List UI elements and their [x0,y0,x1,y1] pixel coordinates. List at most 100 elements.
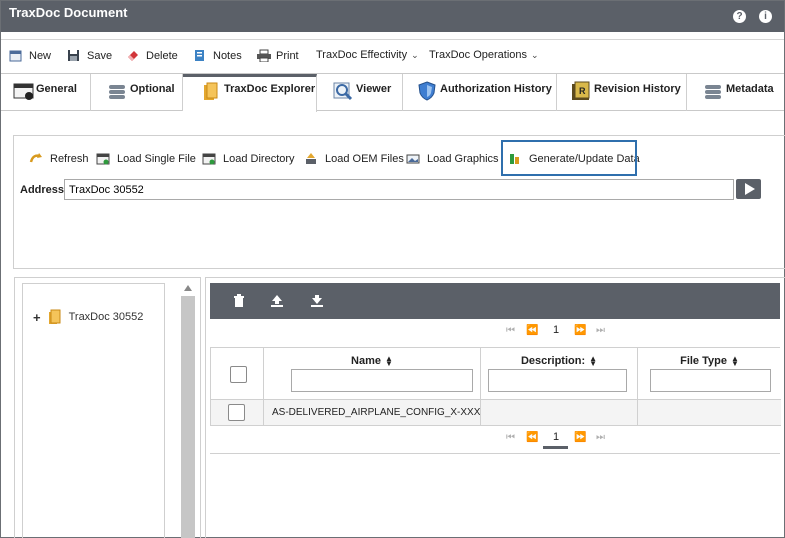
pager-indicator [543,446,568,449]
floppy-disk-icon [67,49,81,62]
select-all-checkbox[interactable] [230,366,247,383]
load-directory-button[interactable]: Load Directory [202,152,295,165]
save-button[interactable]: Save [67,49,112,62]
tab-revision-history[interactable]: R Revision History [557,74,687,111]
refresh-label: Refresh [50,152,89,165]
files-grid: Name ▲ ▼ Description: ▲ ▼ File Type ▲ ▼ AS-DEL… [210,347,781,426]
download-icon[interactable] [310,294,324,308]
tree-node-root[interactable]: + TraxDoc 30552 [33,309,143,325]
expand-plus-icon[interactable]: + [33,310,41,325]
eraser-icon [126,49,140,62]
sort-icon[interactable]: ▲ ▼ [589,355,597,368]
delete-label: Delete [146,49,178,62]
sort-icon[interactable]: ▲ ▼ [731,355,739,368]
upload-icon[interactable] [270,294,284,308]
info-icon[interactable]: i [759,10,772,23]
description-header-label: Description: [520,355,586,367]
grid-toolbar [210,283,780,319]
first-page-icon[interactable]: ⏮ [506,325,515,336]
current-page[interactable]: 1 [553,431,559,443]
sort-icon[interactable]: ▲ ▼ [385,355,393,368]
row-filetype-cell [638,400,781,426]
tab-explorer-label: TraxDoc Explorer [224,83,316,95]
notes-icon [193,49,207,62]
traxdoc-operations-menu[interactable]: TraxDoc Operations ⌄ [429,49,539,61]
revision-icon: R [571,81,591,101]
print-button[interactable]: Print [256,49,299,63]
printer-icon [256,49,271,63]
last-page-icon[interactable]: ⏭ [596,325,605,336]
operations-label: TraxDoc Operations [429,49,528,61]
folder-icon [47,309,63,325]
tab-general-label: General [36,83,77,95]
window-title: TraxDoc Document [9,5,128,20]
refresh-button[interactable]: Refresh [29,152,89,165]
main-toolbar: New Save Delete Notes Print TraxDoc Effe… [1,39,784,73]
title-bar: TraxDoc Document ? i [1,1,784,32]
filetype-filter-input[interactable] [650,369,771,392]
load-oem-label: Load OEM Files [325,152,404,165]
name-column-header[interactable]: Name ▲ ▼ [264,348,481,400]
description-filter-input[interactable] [488,369,627,392]
load-directory-icon [202,152,216,165]
address-input[interactable] [64,179,734,200]
top-pager: ⏮ ⏪ 1 ⏩ ⏭ [210,314,780,343]
go-button[interactable] [736,179,761,199]
folder-icon [201,81,221,101]
description-column-header[interactable]: Description: ▲ ▼ [481,348,638,400]
row-checkbox[interactable] [228,404,245,421]
generate-highlight-box [501,140,637,176]
load-single-file-button[interactable]: Load Single File [96,152,196,165]
tab-metadata-label: Metadata [726,83,774,95]
delete-button[interactable]: Delete [126,49,178,62]
tab-bar: General Optional TraxDoc Explorer Viewer… [1,73,784,112]
address-label: Address: [20,184,68,196]
magnifier-icon [333,81,353,101]
refresh-icon [29,152,43,165]
bottom-pager: ⏮ ⏪ 1 ⏩ ⏭ [210,426,780,450]
grid-bottom-border [210,453,780,454]
first-page-icon[interactable]: ⏮ [506,432,515,443]
last-page-icon[interactable]: ⏭ [596,432,605,443]
tab-optional[interactable]: Optional [91,74,183,111]
next-page-icon[interactable]: ⏩ [574,325,586,336]
load-single-label: Load Single File [117,152,196,165]
tree-root-label: TraxDoc 30552 [68,311,144,323]
scroll-up-arrow-icon[interactable] [184,285,192,291]
tab-traxdoc-explorer[interactable]: TraxDoc Explorer [183,74,317,112]
tree-scrollbar[interactable] [181,296,195,538]
load-oem-files-button[interactable]: Load OEM Files [304,152,404,165]
name-filter-input[interactable] [291,369,473,392]
row-name-cell[interactable]: AS-DELIVERED_AIRPLANE_CONFIG_X-XXXX_EXCE… [272,407,480,418]
load-file-icon [96,152,110,165]
load-directory-label: Load Directory [223,152,295,165]
tab-metadata[interactable]: Metadata [687,74,784,111]
tab-authorization-history[interactable]: Authorization History [403,74,557,111]
tab-general[interactable]: General [13,74,91,111]
prev-page-icon[interactable]: ⏪ [526,325,538,336]
load-oem-icon [304,152,318,165]
prev-page-icon[interactable]: ⏪ [526,432,538,443]
shield-icon [417,81,437,101]
notes-label: Notes [213,49,242,62]
effectivity-label: TraxDoc Effectivity [316,49,408,61]
filetype-header-label: File Type [680,355,727,367]
load-graphics-icon [406,152,420,165]
tab-viewer[interactable]: Viewer [317,74,403,111]
select-all-cell [211,348,264,400]
new-button[interactable]: New [9,49,51,62]
load-graphics-button[interactable]: Load Graphics [406,152,499,165]
help-icon[interactable]: ? [733,10,746,23]
table-row[interactable]: AS-DELIVERED_AIRPLANE_CONFIG_X-XXXX_EXCE… [264,400,481,426]
current-page[interactable]: 1 [553,324,559,336]
traxdoc-effectivity-menu[interactable]: TraxDoc Effectivity ⌄ [316,49,419,61]
row-description-cell [481,400,638,426]
database-icon [703,81,723,101]
tab-optional-label: Optional [130,83,175,95]
filetype-column-header[interactable]: File Type ▲ ▼ [638,348,781,400]
trash-icon[interactable] [232,294,246,308]
next-page-icon[interactable]: ⏩ [574,432,586,443]
name-header-label: Name [351,355,382,367]
chevron-down-icon: ⌄ [531,49,539,60]
notes-button[interactable]: Notes [193,49,242,62]
